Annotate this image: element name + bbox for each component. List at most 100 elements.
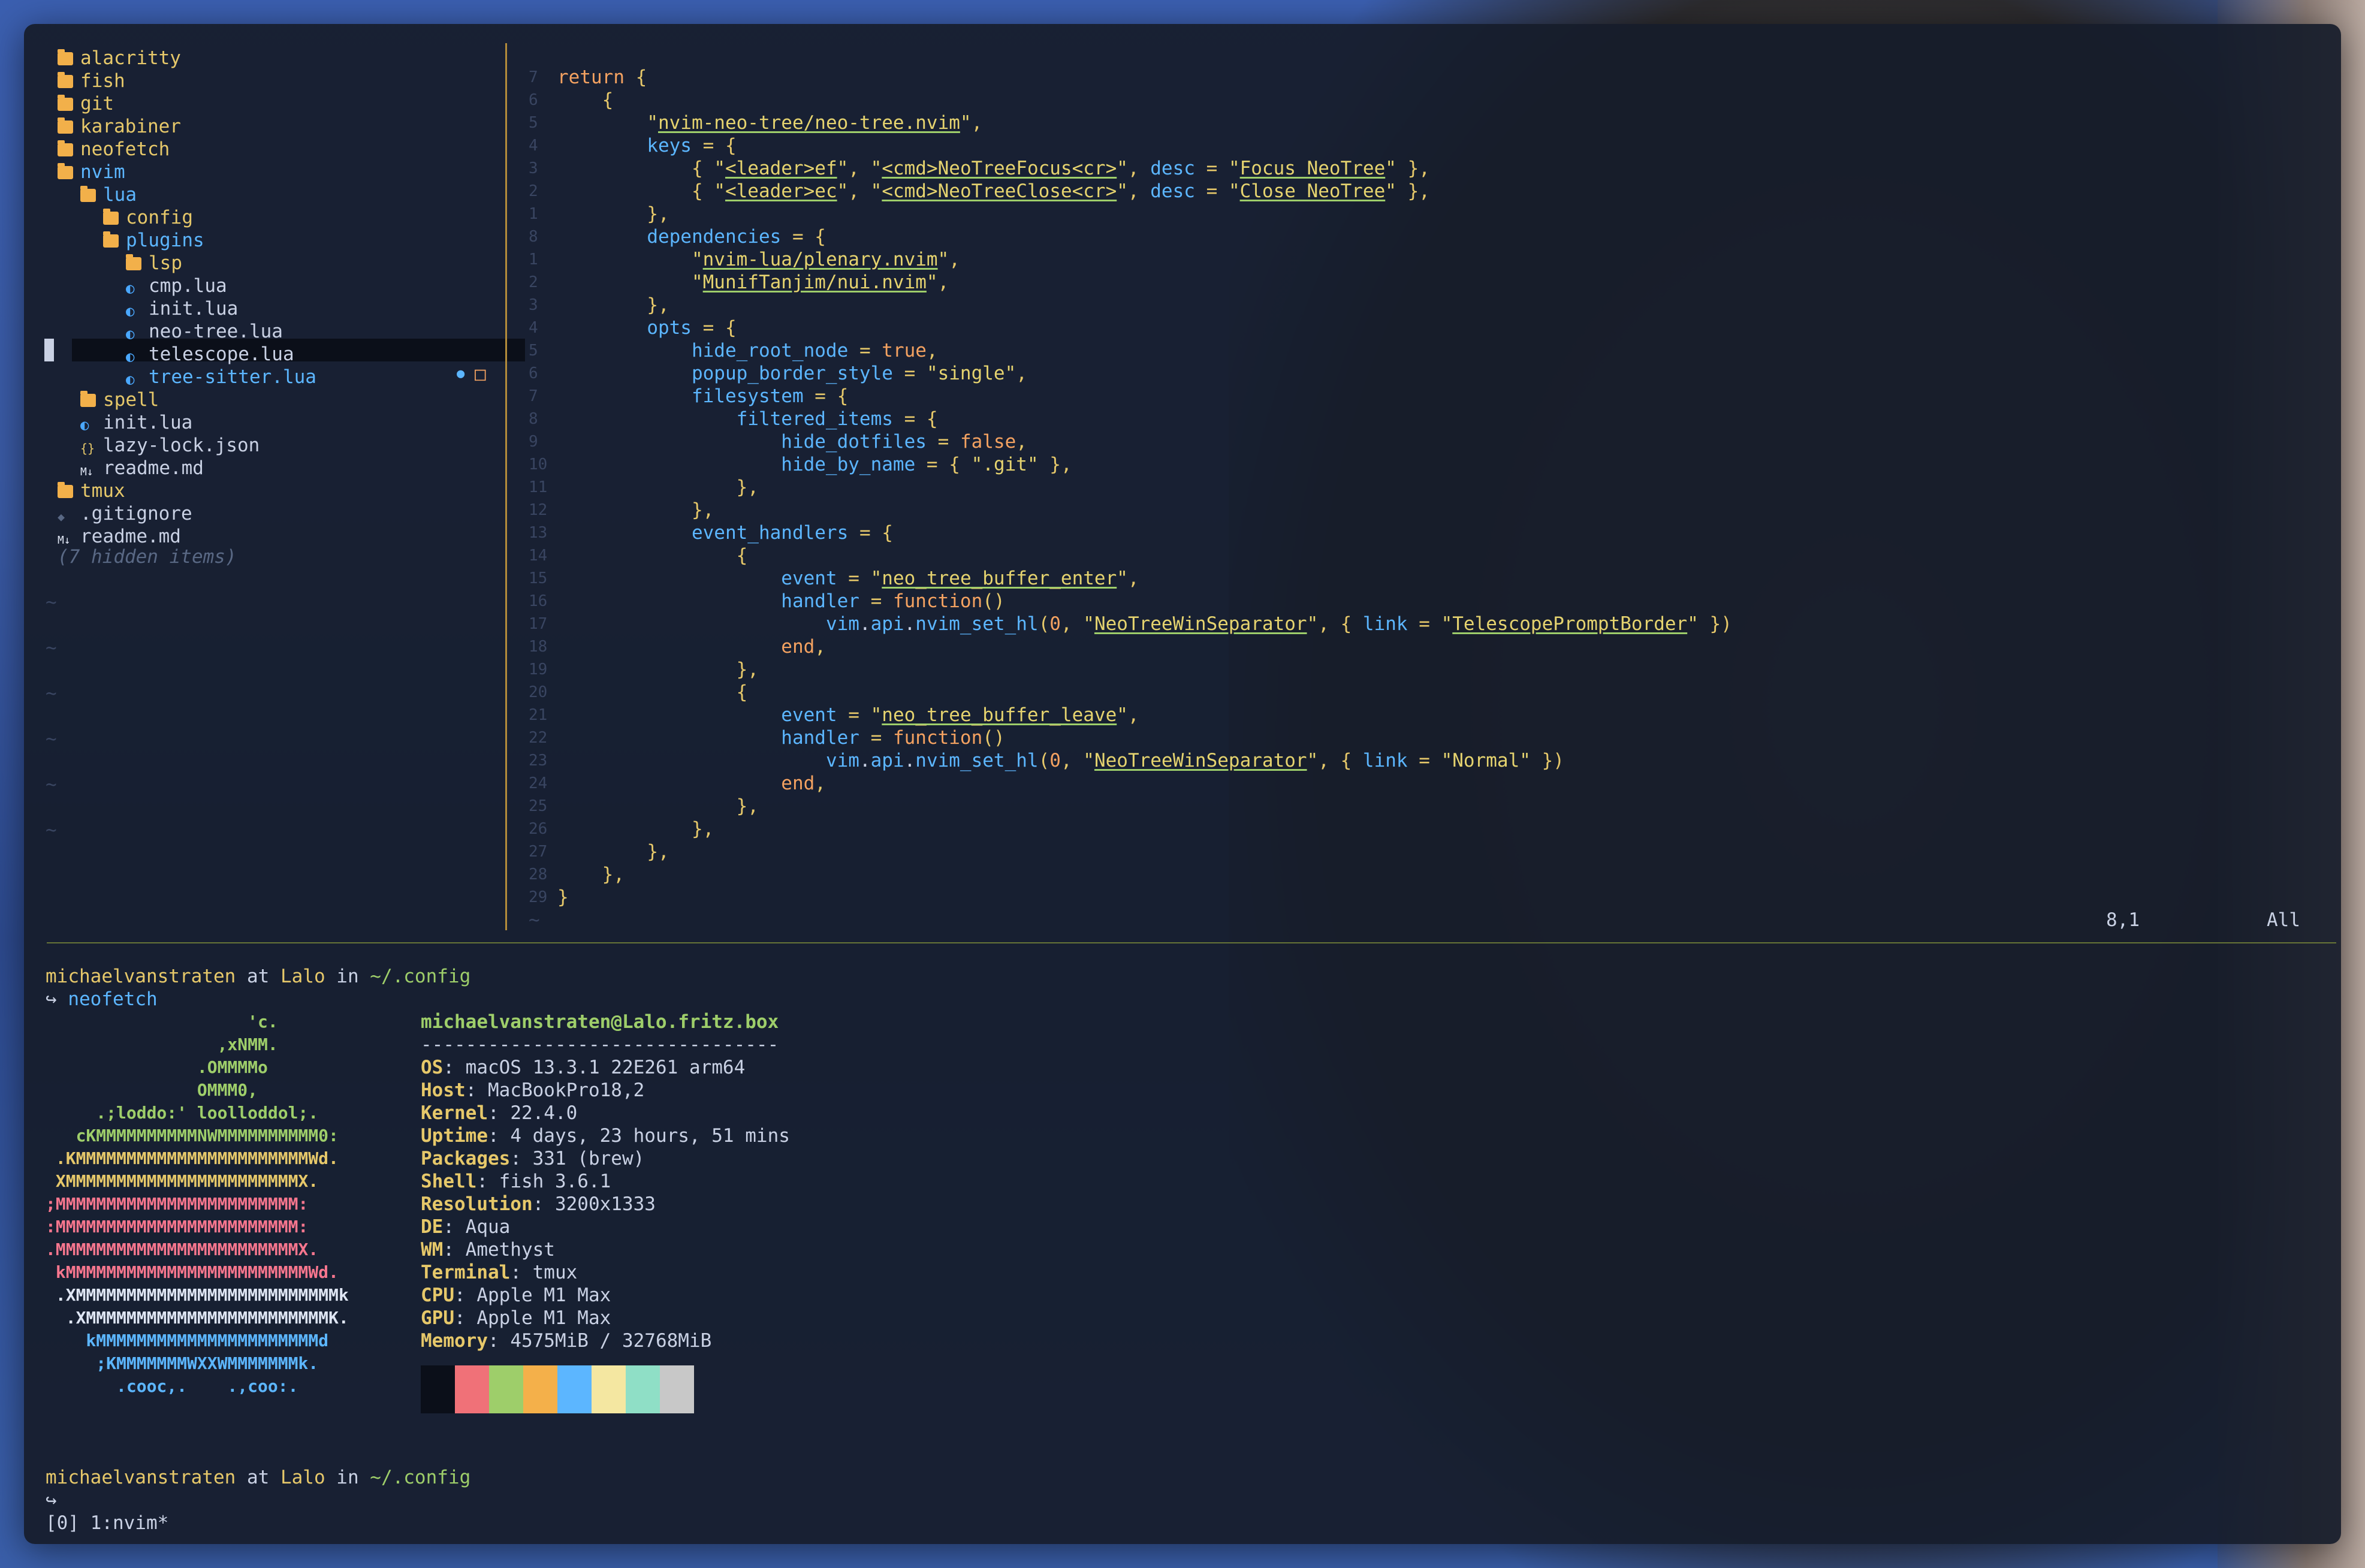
tree-item-label: git	[80, 93, 114, 114]
line-number: 17	[529, 615, 548, 633]
code-line[interactable]: end,	[557, 772, 826, 795]
logo-line: .OMMMMo	[46, 1057, 268, 1077]
code-line[interactable]: },	[557, 203, 669, 225]
code-line[interactable]: {	[557, 544, 748, 567]
tree-item[interactable]: ◆ .gitignore	[58, 502, 192, 525]
code-line[interactable]: filtered_items = {	[557, 408, 938, 430]
code-line[interactable]: },	[557, 840, 669, 863]
code-line[interactable]: handler = function()	[557, 726, 1004, 749]
code-line[interactable]: },	[557, 818, 714, 840]
tree-item[interactable]: ◐ cmp.lua	[126, 275, 227, 297]
tree-item-label: tree-sitter.lua	[149, 366, 316, 388]
info-value: 331 (brew)	[532, 1148, 645, 1169]
line-number: 25	[529, 797, 548, 815]
code-line[interactable]: {	[557, 681, 748, 704]
logo-line: cKMMMMMMMMMMNWMMMMMMMMMM0:	[46, 1126, 339, 1145]
code-line[interactable]: opts = {	[557, 316, 736, 339]
line-number: 6	[529, 364, 538, 382]
code-line[interactable]: handler = function()	[557, 590, 1004, 613]
shell-input-line[interactable]: ↪	[46, 1489, 57, 1512]
line-number: 10	[529, 456, 548, 474]
tree-item[interactable]: alacritty	[58, 47, 181, 70]
status-position: 8,1	[2106, 909, 2140, 931]
tree-item[interactable]: lsp	[126, 252, 182, 275]
tree-item[interactable]: neofetch	[58, 138, 170, 161]
code-line[interactable]: }	[557, 886, 569, 909]
code-line[interactable]: "nvim-lua/plenary.nvim",	[557, 248, 960, 271]
logo-line: .;loddo:' loolloddol;.	[46, 1103, 319, 1123]
code-line[interactable]: keys = {	[557, 134, 736, 157]
info-value: Apple M1 Max	[476, 1284, 611, 1306]
info-key: CPU	[421, 1284, 454, 1306]
tree-item[interactable]: config	[103, 206, 193, 229]
code-line[interactable]: { "<leader>ec", "<cmd>NeoTreeClose<cr>",…	[557, 180, 1430, 203]
code-line[interactable]: hide_root_node = true,	[557, 339, 938, 362]
folder-icon	[58, 95, 73, 111]
code-line[interactable]: },	[557, 294, 669, 316]
tree-item[interactable]: M↓ readme.md	[80, 457, 204, 480]
code-line[interactable]: },	[557, 499, 714, 521]
tree-item[interactable]: ◐ neo-tree.lua	[126, 320, 283, 343]
tree-item-label: .gitignore	[80, 503, 192, 524]
tree-item[interactable]: ◐ tree-sitter.lua	[126, 366, 316, 388]
logo-line: OMMM0,	[46, 1080, 258, 1100]
tree-item[interactable]: fish	[58, 70, 125, 92]
code-line[interactable]: },	[557, 795, 759, 818]
tree-item[interactable]: tmux	[58, 480, 125, 502]
lua-file-icon: ◐	[80, 417, 89, 433]
code-line[interactable]: filesystem = {	[557, 385, 848, 408]
info-key: Terminal	[421, 1262, 511, 1283]
tree-item[interactable]: M↓ readme.md	[58, 525, 181, 548]
line-number: 3	[529, 159, 538, 177]
code-line[interactable]: vim.api.nvim_set_hl(0, "NeoTreeWinSepara…	[557, 613, 1732, 635]
tree-item[interactable]: karabiner	[58, 115, 181, 138]
logo-line: :MMMMMMMMMMMMMMMMMMMMMMMM:	[46, 1217, 309, 1237]
code-line[interactable]: },	[557, 863, 625, 886]
folder-icon	[80, 391, 96, 407]
tree-item[interactable]: git	[58, 92, 114, 115]
tree-item-label: init.lua	[149, 298, 239, 319]
code-line[interactable]: "nvim-neo-tree/neo-tree.nvim",	[557, 111, 982, 134]
tree-item-label: spell	[103, 389, 159, 411]
code-line[interactable]: hide_by_name = { ".git" },	[557, 453, 1072, 476]
tree-item-label: tmux	[80, 480, 125, 502]
tree-item[interactable]: ◐ init.lua	[126, 297, 238, 320]
tree-item[interactable]: {} lazy-lock.json	[80, 434, 260, 457]
palette-swatch	[626, 1365, 660, 1413]
tree-item[interactable]: plugins	[103, 229, 204, 252]
code-line[interactable]: "MunifTanjim/nui.nvim",	[557, 271, 949, 294]
code-line[interactable]: hide_dotfiles = false,	[557, 430, 1027, 453]
code-line[interactable]: {	[557, 89, 614, 111]
logo-line: 'c.	[46, 1012, 278, 1032]
code-line[interactable]: dependencies = {	[557, 225, 826, 248]
code-line[interactable]: },	[557, 658, 759, 681]
code-line[interactable]: event = "neo_tree_buffer_enter",	[557, 567, 1139, 590]
code-line[interactable]: event_handlers = {	[557, 521, 893, 544]
info-key: Host	[421, 1079, 466, 1101]
code-line[interactable]: popup_border_style = "single",	[557, 362, 1027, 385]
tree-item[interactable]: ◐ init.lua	[80, 411, 192, 434]
code-line[interactable]: return {	[557, 66, 647, 89]
code-line[interactable]: { "<leader>ef", "<cmd>NeoTreeFocus<cr>",…	[557, 157, 1430, 180]
info-value: 4 days, 23 hours, 51 mins	[510, 1125, 790, 1147]
tree-item[interactable]: nvim	[58, 161, 125, 183]
info-value: macOS 13.3.1 22E261 arm64	[465, 1057, 746, 1078]
code-line[interactable]: vim.api.nvim_set_hl(0, "NeoTreeWinSepara…	[557, 749, 1564, 772]
info-key: Kernel	[421, 1102, 488, 1124]
code-line[interactable]: event = "neo_tree_buffer_leave",	[557, 704, 1139, 726]
info-value: 22.4.0	[510, 1102, 578, 1124]
info-key: Resolution	[421, 1193, 533, 1215]
tree-item[interactable]: lua	[80, 183, 137, 206]
code-line[interactable]: end,	[557, 635, 826, 658]
line-number: 18	[529, 638, 548, 656]
tree-item[interactable]: spell	[80, 388, 159, 411]
code-line[interactable]: },	[557, 476, 759, 499]
line-number: 26	[529, 820, 548, 838]
terminal-window[interactable]: alacritty fish git karabiner neofetch nvim lua…	[24, 24, 2341, 1544]
lua-file-icon: ◐	[126, 303, 135, 319]
info-key: OS	[421, 1057, 444, 1078]
logo-line: .MMMMMMMMMMMMMMMMMMMMMMMMX.	[46, 1240, 319, 1259]
info-row: Terminal: tmux	[421, 1262, 578, 1283]
line-number: 2	[529, 273, 538, 291]
tree-item[interactable]: ◐ telescope.lua	[126, 343, 294, 366]
